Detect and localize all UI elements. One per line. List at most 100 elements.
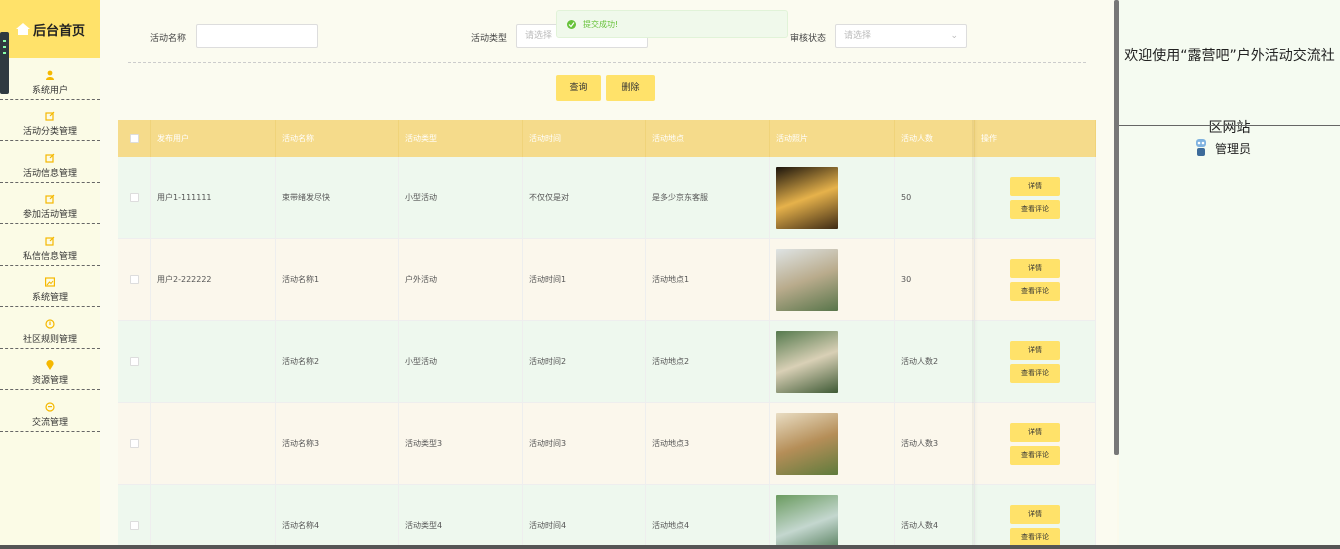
activity-photo[interactable]	[776, 330, 838, 393]
activity-photo[interactable]	[776, 494, 838, 549]
cell-place: 活动地点2	[646, 321, 770, 402]
cell-type: 活动类型4	[399, 485, 523, 549]
review-status-select[interactable]: 请选择 ⌄	[835, 24, 967, 48]
sidebar-item-join-activity[interactable]: 参加活动管理	[0, 183, 100, 224]
view-comments-button[interactable]: 查看评论	[1010, 281, 1060, 301]
chevron-down-icon: ⌄	[950, 31, 958, 41]
row-checkbox[interactable]	[129, 357, 139, 366]
select-all-checkbox[interactable]	[129, 134, 139, 143]
sidebar-item-label: 私信信息管理	[22, 251, 77, 262]
sidebar-item-label: 活动分类管理	[22, 127, 77, 137]
cell-name: 活动名称1	[276, 239, 399, 320]
delete-button[interactable]: 删除	[606, 75, 655, 101]
brand-label: 后台首页	[32, 23, 85, 39]
sidebar-item-label: 参加活动管理	[22, 210, 77, 220]
edit-icon	[45, 153, 55, 163]
header-photo: 活动照片	[770, 120, 895, 157]
row-checkbox[interactable]	[129, 439, 139, 448]
check-circle-icon	[567, 19, 576, 29]
view-comments-button[interactable]: 查看评论	[1010, 445, 1060, 465]
sidebar-item-private-message[interactable]: 私信信息管理	[0, 224, 100, 266]
cell-time: 活动时间2	[523, 321, 646, 402]
activity-name-input[interactable]	[196, 24, 318, 48]
drag-handle[interactable]	[0, 32, 9, 94]
header-actions: 操作	[975, 120, 1096, 157]
sidebar-item-exchange[interactable]: 交流管理	[0, 390, 100, 432]
toast-text: 提交成功!	[583, 19, 619, 29]
cell-place: 活动地点3	[646, 403, 770, 484]
cell-name: 束带绪发尽快	[276, 157, 399, 238]
cell-name: 活动名称2	[276, 321, 399, 402]
row-checkbox[interactable]	[129, 275, 139, 284]
header-type: 活动类型	[399, 120, 523, 157]
detail-button[interactable]: 详情	[1010, 340, 1060, 360]
activity-photo[interactable]	[776, 166, 838, 229]
info-icon	[45, 318, 55, 329]
header-place: 活动地点	[646, 120, 770, 157]
cell-name: 活动名称4	[276, 485, 399, 549]
cell-count: 30	[895, 239, 975, 320]
sidebar-item-community-rules[interactable]: 社区规则管理	[0, 307, 100, 349]
activity-photo[interactable]	[776, 412, 838, 475]
home-icon	[15, 22, 31, 36]
sidebar-item-resources[interactable]: 资源管理	[0, 349, 100, 390]
table-row: 活动名称4 活动类型4 活动时间4 活动地点4 活动人数4 详情查看评论	[118, 485, 1096, 549]
table-row: 活动名称3 活动类型3 活动时间3 活动地点3 活动人数3 详情 查看评论	[118, 403, 1096, 485]
query-button[interactable]: 查询	[556, 75, 601, 101]
edit-icon	[45, 236, 55, 246]
status-placeholder: 请选择	[844, 31, 872, 41]
cell-user: 用户2-222222	[151, 239, 276, 320]
cell-count: 活动人数2	[895, 321, 975, 402]
admin-info[interactable]: 管理员	[1194, 138, 1251, 158]
right-panel: 欢迎使用“露营吧”户外活动交流社区网站 管理员	[1119, 0, 1340, 549]
view-comments-button[interactable]: 查看评论	[1010, 363, 1060, 383]
sidebar-item-label: 系统用户	[31, 85, 68, 96]
view-comments-button[interactable]: 查看评论	[1010, 199, 1060, 219]
cell-time: 不仅仅是对	[523, 157, 646, 238]
table-row: 活动名称2 小型活动 活动时间2 活动地点2 活动人数2 详情查看评论	[118, 321, 1096, 403]
sidebar-item-label: 系统管理	[31, 293, 68, 303]
cell-place: 活动地点4	[646, 485, 770, 549]
edit-icon	[45, 111, 55, 121]
detail-button[interactable]: 详情	[1010, 504, 1060, 524]
bottom-bar	[0, 545, 1340, 549]
sidebar: 后台首页 系统用户 活动分类管理 活动信息管理 参加活动管理 私信信息管理 系统…	[0, 0, 100, 549]
row-checkbox[interactable]	[129, 193, 139, 202]
cell-count: 活动人数4	[895, 485, 975, 549]
sidebar-item-activity-info[interactable]: 活动信息管理	[0, 141, 100, 183]
detail-button[interactable]: 详情	[1010, 422, 1060, 442]
cell-type: 小型活动	[399, 321, 523, 402]
chat-icon	[45, 401, 55, 412]
sidebar-item-label: 社区规则管理	[22, 334, 77, 345]
sidebar-item-system-user[interactable]: 系统用户	[0, 58, 100, 100]
detail-button[interactable]: 详情	[1010, 176, 1060, 196]
view-comments-button[interactable]: 查看评论	[1010, 527, 1060, 547]
activity-table: 发布用户 活动名称 活动类型 活动时间 活动地点 活动照片 活动人数 操作 用户…	[118, 120, 1096, 549]
divider	[1119, 125, 1340, 126]
user-icon	[45, 70, 55, 80]
header-name: 活动名称	[276, 120, 399, 157]
sidebar-item-system[interactable]: 系统管理	[0, 266, 100, 307]
row-checkbox[interactable]	[129, 521, 139, 530]
cell-time: 活动时间4	[523, 485, 646, 549]
cell-count: 活动人数3	[895, 403, 975, 484]
sidebar-item-activity-category[interactable]: 活动分类管理	[0, 100, 100, 141]
status-label: 审核状态	[790, 34, 827, 44]
image-icon	[45, 277, 55, 287]
home-link[interactable]: 后台首页	[0, 0, 100, 58]
admin-label: 管理员	[1215, 141, 1252, 156]
sidebar-item-label: 交流管理	[31, 417, 68, 428]
header-time: 活动时间	[523, 120, 646, 157]
fixed-column-shadow	[972, 120, 978, 549]
type-label: 活动类型	[471, 34, 508, 44]
cell-place: 是多少京东客服	[646, 157, 770, 238]
header-user: 发布用户	[151, 120, 276, 157]
pin-icon	[45, 360, 55, 370]
cell-user	[151, 485, 276, 549]
activity-photo[interactable]	[776, 248, 838, 311]
header-count: 活动人数	[895, 120, 975, 157]
detail-button[interactable]: 详情	[1010, 258, 1060, 278]
main-content: 活动名称 活动类型 请选择 审核状态 请选择 ⌄ 查询 删除 提交成功! 发布用…	[100, 0, 1117, 549]
table-row: 用户1-111111 束带绪发尽快 小型活动 不仅仅是对 是多少京东客服 50 详情 查看评论	[118, 157, 1096, 239]
cell-count: 50	[895, 157, 975, 238]
